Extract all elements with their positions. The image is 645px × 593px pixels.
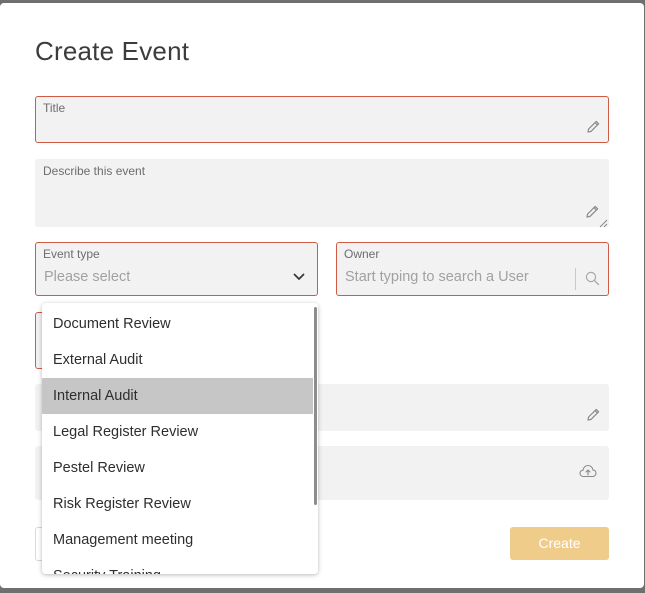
event-type-dropdown[interactable]: Document Review External Audit Internal … [42, 303, 318, 574]
modal-title: Create Event [35, 36, 190, 66]
dropdown-option-management-meeting[interactable]: Management meeting [42, 522, 313, 558]
dropdown-scrollbar-track[interactable] [313, 303, 318, 574]
create-event-modal: Create Event Title Describe this event E… [0, 3, 644, 588]
pencil-icon [587, 408, 600, 421]
owner-field[interactable]: Owner Start typing to search a User [336, 242, 609, 296]
pencil-icon [587, 120, 600, 133]
dropdown-option-external-audit[interactable]: External Audit [42, 342, 313, 378]
dropdown-scrollbar-thumb[interactable] [314, 307, 317, 505]
event-type-label: Event type [43, 247, 100, 261]
cloud-upload-icon[interactable] [579, 464, 597, 478]
owner-search-input[interactable]: Start typing to search a User [345, 269, 529, 285]
create-button[interactable]: Create [510, 527, 609, 560]
owner-label: Owner [344, 247, 380, 261]
title-field[interactable]: Title [35, 96, 609, 143]
dropdown-option-internal-audit[interactable]: Internal Audit [42, 378, 313, 414]
dropdown-option-risk-register-review[interactable]: Risk Register Review [42, 486, 313, 522]
search-icon[interactable] [585, 271, 600, 286]
chevron-down-icon[interactable] [293, 273, 305, 281]
dropdown-option-security-training[interactable]: Security Training [42, 558, 313, 574]
resize-handle-icon[interactable] [598, 218, 608, 228]
event-type-select[interactable]: Event type Please select [35, 242, 318, 296]
event-type-placeholder: Please select [44, 269, 131, 285]
owner-divider [575, 268, 576, 290]
dropdown-option-legal-register-review[interactable]: Legal Register Review [42, 414, 313, 450]
dropdown-option-document-review[interactable]: Document Review [42, 306, 313, 342]
dropdown-option-pestel-review[interactable]: Pestel Review [42, 450, 313, 486]
description-field-label: Describe this event [43, 164, 146, 178]
description-field[interactable]: Describe this event [35, 159, 609, 228]
title-field-label: Title [43, 101, 66, 115]
